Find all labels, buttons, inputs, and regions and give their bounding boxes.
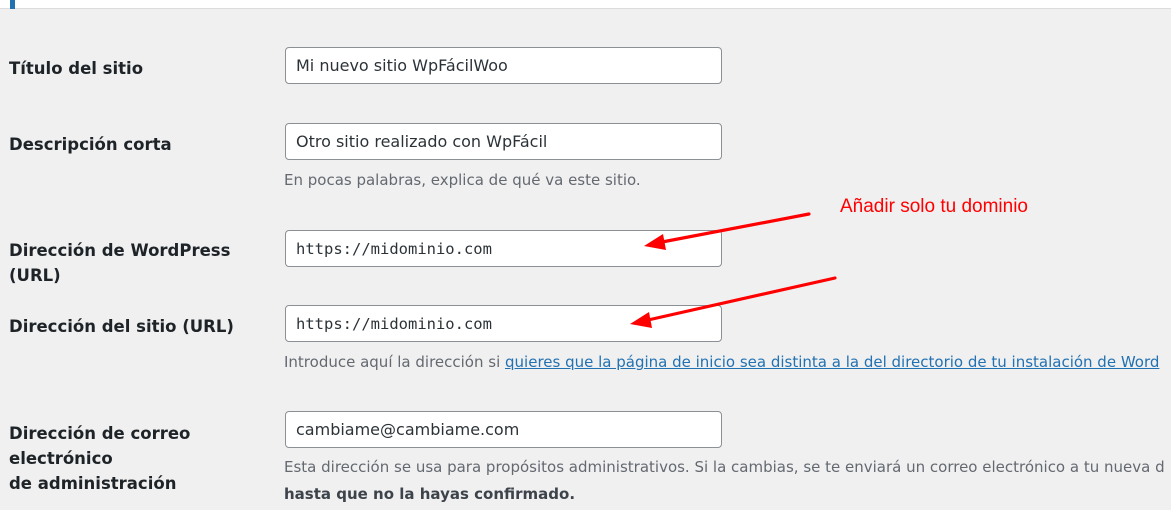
annotation-arrows <box>630 212 837 328</box>
arrow-to-wordpress-url <box>644 212 811 250</box>
arrow-to-site-url <box>630 276 837 328</box>
